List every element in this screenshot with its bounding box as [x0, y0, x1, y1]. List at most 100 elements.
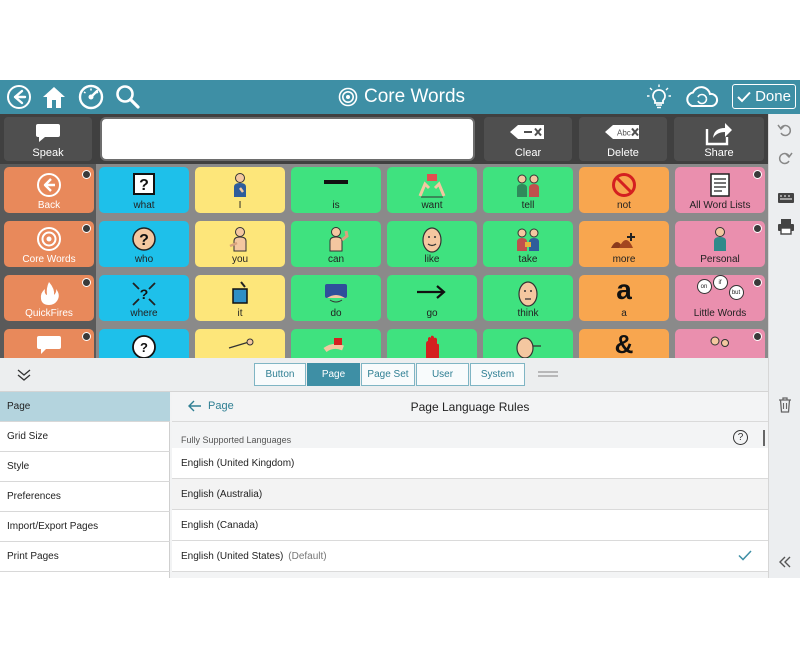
- speak-button[interactable]: Speak: [4, 117, 92, 161]
- letter-a-icon: a: [616, 275, 632, 305]
- word-button-where[interactable]: ? where: [99, 275, 189, 321]
- word-button-want[interactable]: want: [387, 167, 477, 213]
- word-label: you: [231, 254, 249, 265]
- folder-indicator: [82, 332, 91, 341]
- word-label: Personal: [700, 254, 740, 265]
- folder-indicator: [753, 278, 762, 287]
- speak-label: Speak: [32, 147, 64, 159]
- language-name: English (United States): [181, 550, 284, 562]
- word-label: like: [424, 254, 440, 265]
- word-button-not[interactable]: not: [579, 167, 669, 213]
- keyboard-icon[interactable]: [777, 190, 795, 206]
- word-button-what[interactable]: ? what: [99, 167, 189, 213]
- word-button-can[interactable]: can: [291, 221, 381, 267]
- word-label: what: [133, 200, 155, 211]
- word-button-think[interactable]: think: [483, 275, 573, 321]
- person-personal-icon: [714, 227, 726, 251]
- people-icon: [710, 336, 729, 347]
- core-words-nav-button[interactable]: Core Words: [4, 221, 94, 267]
- word-button-it[interactable]: it: [195, 275, 285, 321]
- section-label: Fully Supported Languages: [181, 435, 292, 445]
- collapse-left-icon[interactable]: [777, 554, 793, 570]
- language-row-en-us[interactable]: English (United States) (Default): [172, 541, 768, 572]
- question-box-icon: ?: [133, 173, 155, 195]
- collapse-panel-chevron-icon[interactable]: [16, 368, 32, 382]
- word-label: think: [517, 308, 539, 319]
- word-button-tell[interactable]: tell: [483, 167, 573, 213]
- word-button-more[interactable]: more: [579, 221, 669, 267]
- share-button[interactable]: Share: [674, 117, 764, 161]
- word-button-row4-face[interactable]: [483, 329, 573, 358]
- page-editor-panel: Button Page Page Set User System Page Gr…: [0, 358, 768, 578]
- word-button-row4-pronoun[interactable]: [195, 329, 285, 358]
- tab-page-set[interactable]: Page Set: [361, 363, 415, 386]
- word-button-you[interactable]: you: [195, 221, 285, 267]
- tab-user[interactable]: User: [416, 363, 469, 386]
- language-row-en-au[interactable]: English (Australia): [172, 479, 768, 510]
- side-menu-preferences[interactable]: Preferences: [0, 482, 170, 512]
- question-arrows-icon: ?: [132, 282, 156, 306]
- done-button[interactable]: Done: [732, 84, 796, 109]
- speech-bubble-icon: [37, 336, 61, 354]
- delete-label: Delete: [607, 147, 639, 159]
- word-button-row4-stop[interactable]: [387, 329, 477, 358]
- speedometer-icon[interactable]: [77, 83, 105, 111]
- word-button-when[interactable]: ?: [99, 329, 189, 358]
- cloud-sync-icon[interactable]: [682, 83, 722, 111]
- word-button-and[interactable]: &: [579, 329, 669, 358]
- side-menu-page[interactable]: Page: [0, 392, 170, 422]
- word-label: All Word Lists: [689, 200, 751, 211]
- personal-button[interactable]: Personal: [675, 221, 765, 267]
- language-name: English (United Kingdom): [181, 457, 295, 469]
- drag-handle-icon[interactable]: [538, 370, 558, 378]
- home-icon[interactable]: [40, 83, 68, 111]
- word-label: not: [617, 200, 631, 211]
- word-button-i[interactable]: I: [195, 167, 285, 213]
- little-words-button[interactable]: on if but Little Words: [675, 275, 765, 321]
- word-button-row4-give[interactable]: [291, 329, 381, 358]
- language-row-en-gb[interactable]: English (United Kingdom): [172, 448, 768, 479]
- tab-system[interactable]: System: [470, 363, 525, 386]
- clear-button[interactable]: Clear: [484, 117, 572, 161]
- scrollbar-thumb[interactable]: [763, 430, 765, 446]
- default-tag: (Default): [288, 550, 327, 562]
- message-text-field[interactable]: [100, 117, 475, 161]
- folder-indicator: [82, 224, 91, 233]
- trash-icon[interactable]: [777, 396, 793, 414]
- redo-icon[interactable]: [777, 150, 793, 166]
- side-menu-grid-size[interactable]: Grid Size: [0, 422, 170, 452]
- search-icon[interactable]: [114, 83, 142, 111]
- chat-nav-button[interactable]: [4, 329, 94, 358]
- quickfires-nav-button[interactable]: QuickFires: [4, 275, 94, 321]
- side-menu-style[interactable]: Style: [0, 452, 170, 482]
- folder-indicator: [753, 224, 762, 233]
- face-pointing-icon: [516, 337, 541, 358]
- svg-text:?: ?: [139, 177, 149, 194]
- page-title-group: Core Words: [338, 85, 465, 109]
- back-arrow-icon[interactable]: [5, 83, 33, 111]
- word-button-is[interactable]: is: [291, 167, 381, 213]
- selected-check-icon: [738, 550, 752, 561]
- side-menu-import-export-pages[interactable]: Import/Export Pages: [0, 512, 170, 542]
- word-button-go[interactable]: go: [387, 275, 477, 321]
- lightbulb-icon[interactable]: [645, 83, 673, 111]
- word-button-do[interactable]: do: [291, 275, 381, 321]
- word-button-like[interactable]: like: [387, 221, 477, 267]
- people-button[interactable]: [675, 329, 765, 358]
- word-button-a[interactable]: a a: [579, 275, 669, 321]
- side-menu-print-pages[interactable]: Print Pages: [0, 542, 170, 572]
- printer-icon[interactable]: [777, 218, 795, 236]
- delete-button[interactable]: Abc Delete: [579, 117, 667, 161]
- tab-button[interactable]: Button: [254, 363, 306, 386]
- language-name: English (Australia): [181, 488, 263, 500]
- pointing-box-icon: [232, 281, 248, 304]
- back-nav-button[interactable]: Back: [4, 167, 94, 213]
- word-button-who[interactable]: ? who: [99, 221, 189, 267]
- all-word-lists-button[interactable]: All Word Lists: [675, 167, 765, 213]
- undo-icon[interactable]: [777, 122, 793, 138]
- help-icon[interactable]: ?: [733, 430, 748, 445]
- word-button-take[interactable]: take: [483, 221, 573, 267]
- tab-page[interactable]: Page: [307, 363, 360, 386]
- language-row-en-ca[interactable]: English (Canada): [172, 510, 768, 541]
- clear-label: Clear: [514, 147, 542, 159]
